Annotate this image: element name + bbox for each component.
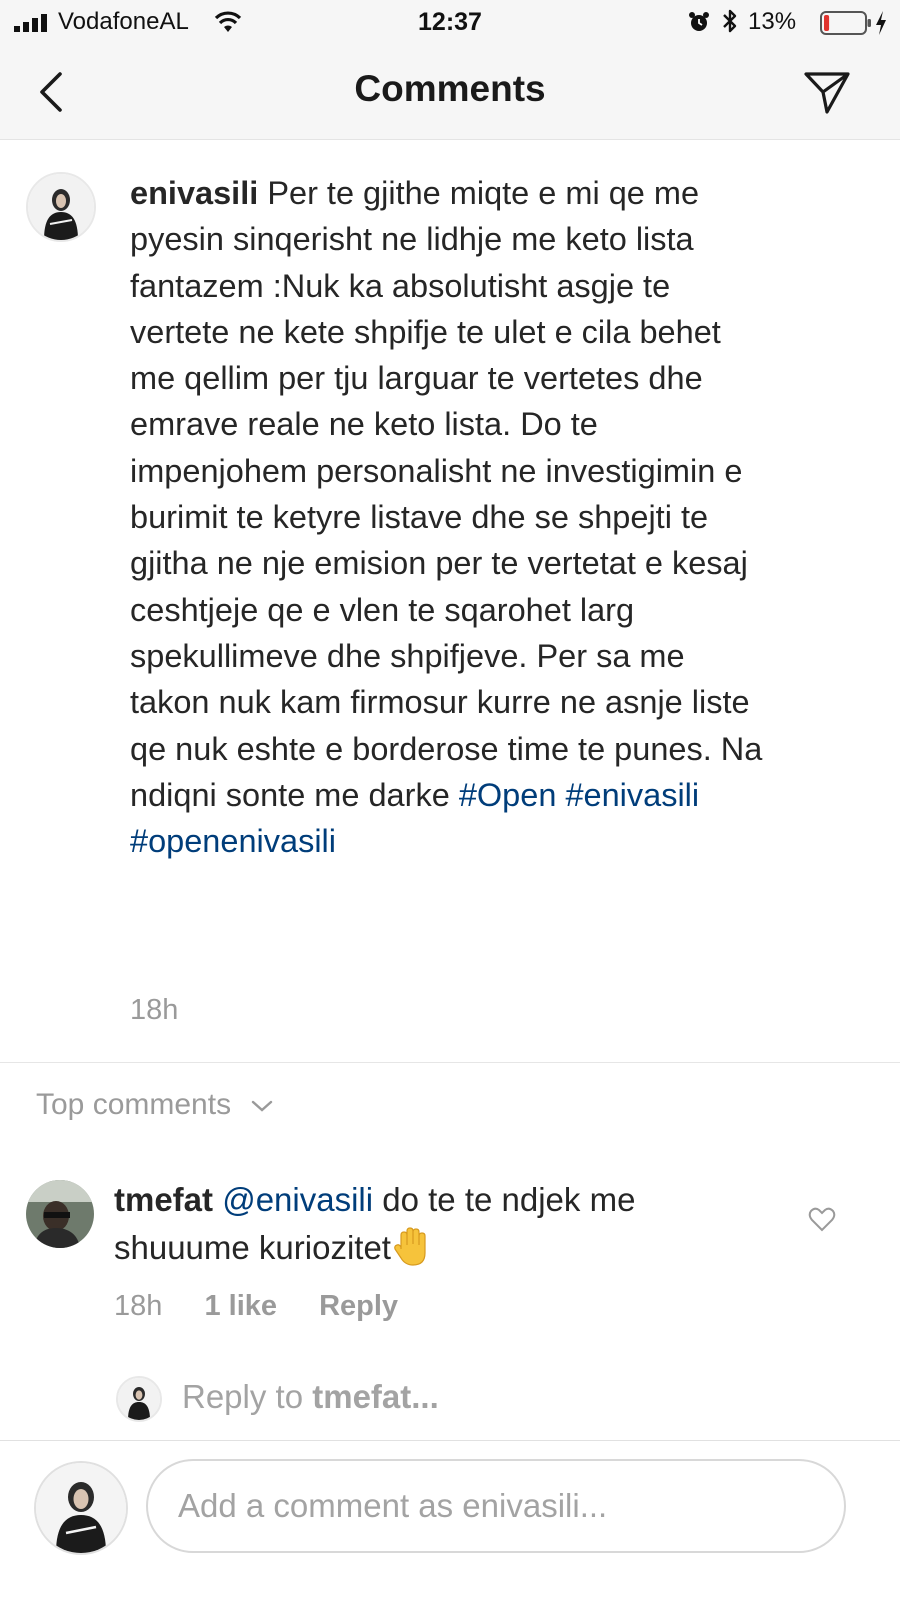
- comment-composer: Add a comment as enivasili...: [0, 1440, 900, 1600]
- mention-link[interactable]: @enivasili: [222, 1181, 373, 1218]
- nav-bar: Comments: [0, 48, 900, 140]
- caption-username[interactable]: enivasili: [130, 175, 258, 211]
- likes-count[interactable]: 1 like: [204, 1290, 277, 1322]
- comment-meta: 18h 1 like Reply: [114, 1290, 432, 1323]
- battery-icon: [820, 11, 871, 35]
- reply-button[interactable]: Reply: [319, 1290, 398, 1322]
- page-title: Comments: [354, 68, 546, 109]
- avatar[interactable]: [26, 172, 96, 242]
- raised-hand-icon: [394, 1227, 426, 1266]
- chevron-down-icon: [252, 1100, 273, 1112]
- reply-prefix: Reply to: [182, 1378, 304, 1415]
- hashtag-link[interactable]: #enivasili: [565, 777, 699, 813]
- hashtag-link[interactable]: #openenivasili: [130, 823, 336, 859]
- bluetooth-icon: [723, 9, 737, 33]
- caption-timestamp: 18h: [130, 994, 179, 1026]
- hashtag-link[interactable]: #Open: [459, 777, 557, 813]
- comment-timestamp: 18h: [114, 1290, 163, 1322]
- caption-body: enivasili Per te gjithe miqte e mi qe me…: [130, 170, 770, 864]
- divider: [0, 1062, 900, 1063]
- charging-icon: [876, 11, 886, 35]
- sort-dropdown[interactable]: Top comments: [36, 1088, 273, 1122]
- profile-photo-icon: [28, 174, 94, 240]
- battery-percent: 13%: [748, 8, 797, 35]
- comment-username[interactable]: tmefat: [114, 1181, 213, 1218]
- status-bar: VodafoneAL 12:37 13%: [0, 0, 900, 48]
- own-avatar-small: [116, 1376, 162, 1422]
- own-avatar: [34, 1461, 128, 1555]
- alarm-icon: [689, 12, 709, 31]
- comment-body: tmefat @enivasili do te te ndjek me shuu…: [114, 1176, 774, 1272]
- profile-photo-icon: [36, 1463, 126, 1553]
- caption-text: Per te gjithe miqte e mi qe me pyesin si…: [130, 175, 763, 813]
- comment-input[interactable]: Add a comment as enivasili...: [146, 1459, 846, 1553]
- sort-label: Top comments: [36, 1088, 232, 1121]
- profile-photo-icon: [118, 1378, 160, 1420]
- heart-icon[interactable]: [808, 1206, 836, 1232]
- reply-username: tmefat...: [312, 1378, 439, 1415]
- paper-plane-icon[interactable]: [802, 68, 852, 116]
- reply-prompt[interactable]: Reply to tmefat...: [182, 1378, 439, 1416]
- commenter-avatar[interactable]: [26, 1180, 94, 1248]
- profile-photo-icon: [26, 1180, 94, 1248]
